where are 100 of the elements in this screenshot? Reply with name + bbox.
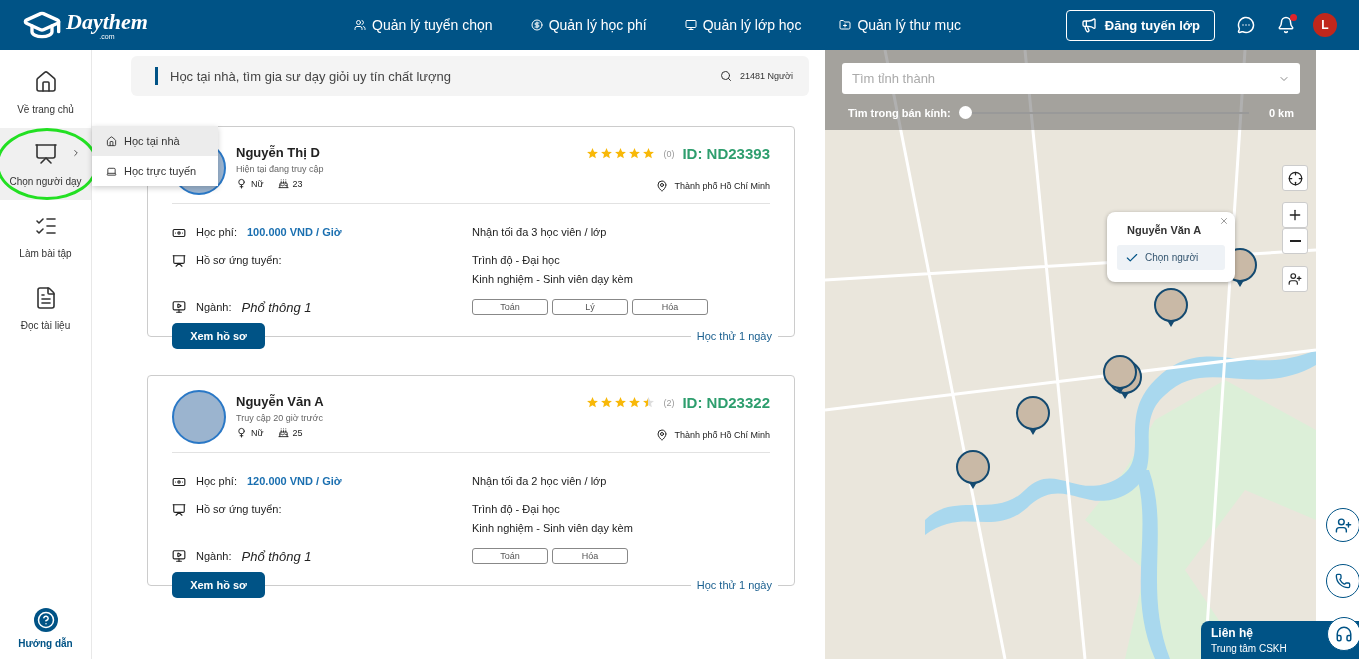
trial-text: Học thử 1 ngày	[690, 330, 778, 342]
result-count: 21481 Người	[740, 71, 793, 81]
gender-text: Nữ	[251, 178, 264, 189]
monitor-icon	[684, 19, 697, 31]
banknote-icon	[172, 226, 186, 240]
close-icon[interactable]	[1219, 216, 1229, 226]
monitor-icon	[172, 549, 186, 563]
search-icon	[720, 70, 733, 82]
sidebar-label: Đọc tài liệu	[20, 319, 71, 331]
photo-placeholder	[172, 390, 226, 444]
radius-label: Tìm trong bán kính:	[848, 106, 951, 119]
experience-text: Kinh nghiệm - Sinh viên dạy kèm	[472, 522, 634, 534]
user-avatar[interactable]: L	[1313, 13, 1337, 37]
cake-icon	[277, 178, 289, 189]
submenu-item[interactable]: Học trực tuyến	[92, 156, 218, 186]
fee-value: 100.000 VND / Giờ	[246, 226, 342, 238]
search-title: Học tại nhà, tìm gia sư dạy giỏi uy tín chất lượng	[170, 68, 451, 84]
tutor-id: ID: ND23322	[682, 394, 770, 411]
bell-icon[interactable]	[1277, 16, 1295, 34]
help-icon[interactable]	[33, 608, 58, 632]
age-text: 25	[292, 427, 303, 438]
fee-label: Học phí:	[196, 475, 237, 487]
contact-title: Liên hệ	[1211, 626, 1253, 640]
view-profile-button[interactable]: Xem hồ sơ	[172, 572, 265, 598]
review-count: (2)	[663, 397, 675, 408]
phone-button[interactable]	[1326, 564, 1359, 598]
fee-value: 120.000 VND / Giờ	[246, 475, 342, 487]
profile-label: Hồ sơ ứng tuyển:	[196, 254, 282, 266]
nav-link[interactable]: Quản lý học phí	[530, 17, 647, 33]
review-count: (0)	[663, 148, 675, 159]
trial-text: Học thử 1 ngày	[690, 579, 778, 591]
gender-icon	[236, 427, 247, 438]
capacity-text: Nhận tối đa 2 học viên / lớp	[472, 475, 608, 489]
cake-icon	[277, 427, 289, 438]
profile-label: Hồ sơ ứng tuyển:	[196, 503, 282, 515]
sidebar-label: Làm bài tập	[19, 247, 72, 259]
subject-tag: Hóa	[632, 299, 708, 315]
gender-icon	[236, 178, 247, 189]
contact-subtitle: Trung tâm CSKH	[1211, 643, 1287, 654]
zoom-out-button[interactable]	[1282, 228, 1308, 254]
dollar-icon	[530, 19, 543, 31]
sidebar-label: Chọn người dạy	[9, 175, 82, 187]
experience-text: Kinh nghiệm - Sinh viên dạy kèm	[472, 273, 634, 285]
location-text: Thành phố Hồ Chí Minh	[674, 430, 770, 440]
choose-person-button[interactable]: Chọn người	[1117, 245, 1225, 270]
help-link[interactable]: Hướng dẫn	[18, 638, 73, 649]
tutor-name: Nguyễn Văn A	[236, 394, 324, 409]
chevron-icon	[71, 148, 81, 158]
laptop-icon	[106, 165, 117, 177]
subject-tag: Lý	[552, 299, 628, 315]
major-value: Phổ thông 1	[241, 299, 312, 315]
online-status: Truy cập 20 giờ trước	[236, 413, 324, 423]
plus-icon	[1287, 207, 1303, 223]
home-icon	[33, 69, 58, 94]
popup-name: Nguyễn Văn A	[1126, 224, 1203, 236]
radius-value: 0 km	[1268, 106, 1294, 119]
house-icon	[106, 135, 117, 147]
add-user-button[interactable]	[1326, 508, 1359, 542]
capacity-text: Nhận tối đa 3 học viên / lớp	[472, 226, 608, 240]
zoom-in-button[interactable]	[1282, 202, 1308, 228]
users-icon	[354, 19, 366, 31]
teacher-board-icon	[33, 141, 58, 166]
tutor-name: Nguyễn Thị D	[236, 145, 321, 160]
banknote-icon	[172, 475, 186, 489]
phone-icon	[1335, 573, 1351, 589]
headset-button[interactable]	[1327, 617, 1359, 651]
major-value: Phổ thông 1	[241, 548, 312, 564]
locate-button[interactable]	[1282, 165, 1308, 191]
online-status: Hiện tại đang truy cập	[236, 164, 324, 174]
tutor-id: ID: ND23393	[682, 145, 770, 162]
crosshair-icon	[1287, 170, 1303, 186]
fee-label: Học phí:	[196, 226, 237, 238]
major-label: Ngành:	[196, 550, 232, 562]
megaphone-icon	[1080, 17, 1097, 33]
education-text: Trình độ - Đại học	[472, 503, 561, 515]
headset-icon	[1335, 625, 1353, 643]
profile-icon	[172, 503, 186, 517]
post-class-button[interactable]: Đăng tuyến lớp	[1065, 9, 1215, 41]
major-label: Ngành:	[196, 301, 232, 313]
subject-tag: Toán	[472, 299, 548, 315]
subject-tag: Hóa	[552, 548, 628, 564]
nav-link[interactable]: Quản lý tuyển chọn	[354, 17, 493, 33]
location-text: Thành phố Hồ Chí Minh	[674, 181, 770, 191]
subject-tag: Toán	[472, 548, 548, 564]
minus-icon	[1289, 240, 1301, 242]
chat-icon[interactable]	[1237, 16, 1255, 34]
user-plus-icon	[1288, 272, 1302, 286]
search-bar[interactable]: Học tại nhà, tìm gia sư dạy giỏi uy tín chất lượng 21481 Người	[131, 56, 809, 96]
nav-link[interactable]: Quản lý thư mục	[839, 17, 961, 33]
submenu-item[interactable]: Học tại nhà	[92, 126, 218, 156]
logo-text: Daythem	[66, 10, 148, 33]
folder-icon	[839, 19, 852, 31]
sidebar-label: Về trang chủ	[17, 103, 74, 115]
profile-icon	[172, 254, 186, 268]
monitor-icon	[172, 300, 186, 314]
nav-link[interactable]: Quản lý lớp học	[684, 17, 802, 33]
gender-text: Nữ	[251, 427, 264, 438]
view-profile-button[interactable]: Xem hồ sơ	[172, 323, 265, 349]
location-pin-icon	[656, 429, 669, 441]
age-text: 23	[292, 178, 303, 189]
